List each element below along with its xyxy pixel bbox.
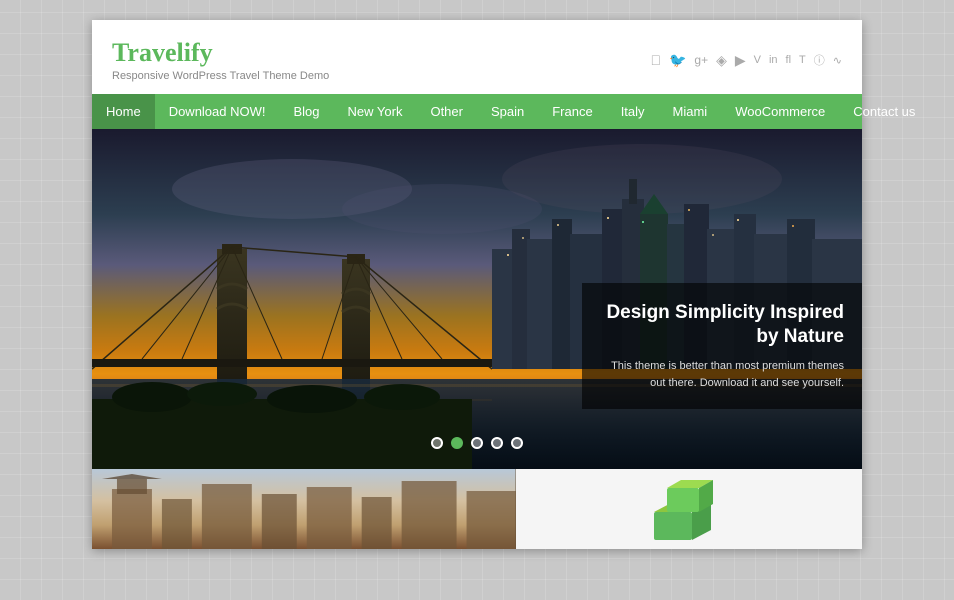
slider-dots bbox=[431, 437, 523, 449]
nav-item-blog[interactable]: Blog bbox=[280, 94, 334, 129]
facebook-icon[interactable]:  bbox=[650, 52, 661, 68]
nav-item-other[interactable]: Other bbox=[416, 94, 477, 129]
linkedin-icon[interactable]: in bbox=[769, 54, 778, 66]
twitter-icon[interactable]: 🐦 bbox=[669, 52, 686, 69]
brand: Travelify Responsive WordPress Travel Th… bbox=[112, 38, 329, 82]
slider-dot-5[interactable] bbox=[511, 437, 523, 449]
hero-slider: Design Simplicity Inspired by Nature Thi… bbox=[92, 129, 862, 469]
slider-dot-3[interactable] bbox=[471, 437, 483, 449]
slider-dot-2[interactable] bbox=[451, 437, 463, 449]
site-tagline: Responsive WordPress Travel Theme Demo bbox=[112, 70, 329, 82]
nav-item-home[interactable]: Home bbox=[92, 94, 155, 129]
site-title: Travelify bbox=[112, 38, 329, 68]
caption-text: This theme is better than most premium t… bbox=[600, 358, 844, 391]
vimeo-icon[interactable]: V bbox=[754, 54, 761, 66]
nav-item-spain[interactable]: Spain bbox=[477, 94, 538, 129]
box-3d-icon bbox=[649, 474, 729, 544]
bottom-icon-area bbox=[516, 469, 863, 549]
social-icons-container:  🐦 g+ ◈ ▶ V in fl T ⓘ ∿ bbox=[650, 52, 842, 69]
header: Travelify Responsive WordPress Travel Th… bbox=[92, 20, 862, 94]
nav-item-miami[interactable]: Miami bbox=[659, 94, 722, 129]
slider-caption: Design Simplicity Inspired by Nature Thi… bbox=[582, 283, 862, 409]
page-wrapper: Travelify Responsive WordPress Travel Th… bbox=[92, 20, 862, 549]
flickr-icon[interactable]: fl bbox=[786, 54, 792, 66]
slider-dot-1[interactable] bbox=[431, 437, 443, 449]
slider-dot-4[interactable] bbox=[491, 437, 503, 449]
nav-item-contact[interactable]: Contact us bbox=[839, 94, 929, 129]
nav-item-newyork[interactable]: New York bbox=[334, 94, 417, 129]
rss-icon[interactable]: ∿ bbox=[833, 54, 842, 67]
youtube-icon[interactable]: ▶ bbox=[735, 52, 746, 69]
nav-item-italy[interactable]: Italy bbox=[607, 94, 659, 129]
tumblr-icon[interactable]: T bbox=[799, 54, 806, 66]
nav-item-france[interactable]: France bbox=[538, 94, 606, 129]
nav-item-download[interactable]: Download NOW! bbox=[155, 94, 280, 129]
instagram-icon[interactable]: ⓘ bbox=[814, 52, 825, 68]
nav-item-woocommerce[interactable]: WooCommerce bbox=[721, 94, 839, 129]
googleplus-icon[interactable]: g+ bbox=[694, 53, 708, 67]
pinterest-icon[interactable]: ◈ bbox=[716, 52, 727, 69]
bottom-section bbox=[92, 469, 862, 549]
caption-title: Design Simplicity Inspired by Nature bbox=[600, 301, 844, 350]
nav-bar: Home Download NOW! Blog New York Other S… bbox=[92, 94, 862, 129]
bottom-city-image bbox=[92, 469, 516, 549]
